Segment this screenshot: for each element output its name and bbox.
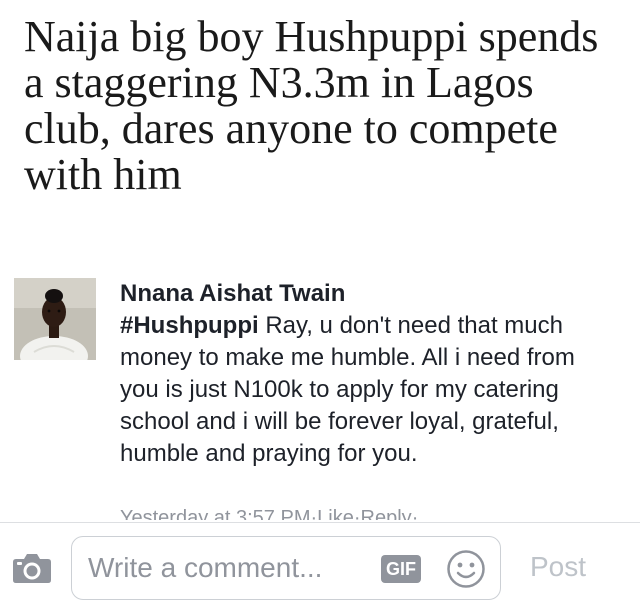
smiley-icon[interactable] <box>446 549 486 589</box>
meta-separator: · <box>353 507 361 520</box>
comment-meta: Yesterday at 3:57 PM · Like · Reply · <box>120 506 418 520</box>
comment: Nnana Aishat Twain #Hushpuppi Ray, u don… <box>14 278 630 520</box>
comment-body: Nnana Aishat Twain #Hushpuppi Ray, u don… <box>120 278 620 470</box>
comment-author[interactable]: Nnana Aishat Twain <box>120 278 620 310</box>
reply-link[interactable]: Reply <box>361 506 412 520</box>
comment-hashtag[interactable]: #Hushpuppi <box>120 312 259 339</box>
comment-timestamp: Yesterday at 3:57 PM <box>120 507 311 520</box>
post-button[interactable]: Post <box>530 550 586 584</box>
comment-text: #Hushpuppi Ray, u don't need that much m… <box>120 310 620 470</box>
comment-composer: GIF Post <box>0 523 640 612</box>
avatar-photo <box>14 278 96 360</box>
comment-input-box: GIF <box>71 536 501 600</box>
like-link[interactable]: Like <box>317 506 354 520</box>
comment-input[interactable] <box>88 549 368 587</box>
article-headline: Naija big boy Hushpuppi spends a stagger… <box>24 12 599 199</box>
camera-icon[interactable] <box>12 552 52 584</box>
gif-button[interactable]: GIF <box>381 555 421 583</box>
meta-separator: · <box>411 507 419 520</box>
commenter-avatar[interactable] <box>14 278 96 360</box>
meta-separator: · <box>310 507 318 520</box>
